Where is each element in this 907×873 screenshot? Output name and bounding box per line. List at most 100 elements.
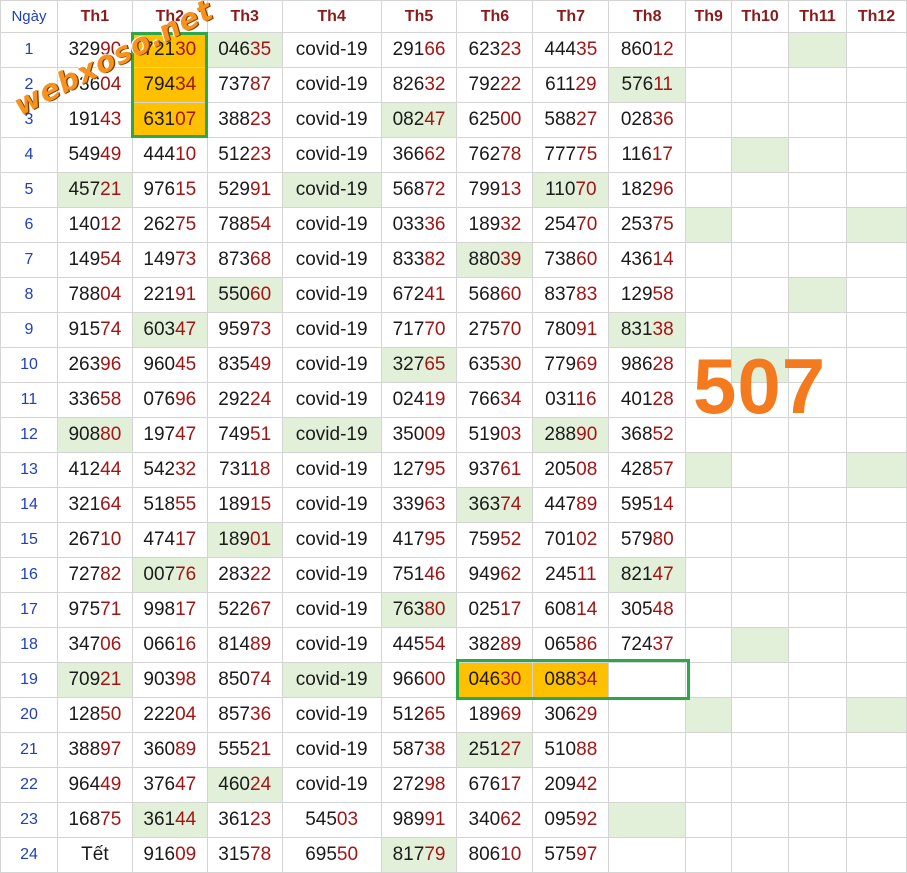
month-header: Th8 xyxy=(608,0,687,33)
result-cell: 18901 xyxy=(206,522,283,558)
result-cell: 90398 xyxy=(131,662,208,698)
overlay-number: 507 xyxy=(693,342,827,430)
result-cell: 40128 xyxy=(608,382,687,418)
result-cell xyxy=(845,207,907,243)
result-cell: 82147 xyxy=(608,557,687,593)
result-cell: Tết xyxy=(56,837,133,873)
result-cell: 07696 xyxy=(131,382,208,418)
result-cell: 96600 xyxy=(380,662,458,698)
result-cell: covid-19 xyxy=(281,557,382,593)
result-cell xyxy=(845,417,907,453)
result-cell: 12850 xyxy=(56,697,133,733)
result-cell: 41795 xyxy=(380,522,458,558)
result-cell: 25127 xyxy=(456,732,534,768)
result-cell: 90880 xyxy=(56,417,133,453)
result-cell: 95973 xyxy=(206,312,283,348)
result-cell: 28890 xyxy=(532,417,610,453)
result-cell xyxy=(788,732,847,768)
result-cell: 26710 xyxy=(56,522,133,558)
result-cell xyxy=(685,67,733,103)
result-cell xyxy=(788,627,847,663)
day-number: 20 xyxy=(0,697,58,733)
result-cell: 51855 xyxy=(131,487,208,523)
result-cell: covid-19 xyxy=(281,662,382,698)
result-cell: 54232 xyxy=(131,452,208,488)
result-cell: covid-19 xyxy=(281,627,382,663)
day-number: 18 xyxy=(0,627,58,663)
result-cell: 60347 xyxy=(131,312,208,348)
result-cell xyxy=(731,137,790,173)
result-cell xyxy=(608,697,687,733)
result-cell: 57597 xyxy=(532,837,610,873)
result-cell: 36123 xyxy=(206,802,283,838)
result-cell: 62323 xyxy=(456,32,534,68)
result-cell xyxy=(731,627,790,663)
result-cell: 67241 xyxy=(380,277,458,313)
table-row: 3 19143 63107 38823 covid-19 08247 62500 58827 0… xyxy=(0,102,907,138)
result-cell xyxy=(685,802,733,838)
day-number: 13 xyxy=(0,452,58,488)
result-cell: 55060 xyxy=(206,277,283,313)
result-cell: 76634 xyxy=(456,382,534,418)
result-cell xyxy=(845,697,907,733)
result-cell: 20942 xyxy=(532,767,610,803)
day-number: 21 xyxy=(0,732,58,768)
day-number: 19 xyxy=(0,662,58,698)
table-row: 4 54949 44410 51223 covid-19 36662 76278 77775 1… xyxy=(0,137,907,173)
table-row: 8 78804 22191 55060 covid-19 67241 56860 83783 1… xyxy=(0,277,907,313)
result-cell xyxy=(685,452,733,488)
table-body: 1 32990 72130 04635 covid-19 29166 62323 44435 8… xyxy=(0,32,907,873)
table-row: 2 73604 79434 73787 covid-19 82632 79222 61129 5… xyxy=(0,67,907,103)
result-cell xyxy=(845,277,907,313)
result-cell xyxy=(788,767,847,803)
result-cell xyxy=(731,67,790,103)
result-cell: 27298 xyxy=(380,767,458,803)
result-cell: covid-19 xyxy=(281,767,382,803)
result-cell: 70921 xyxy=(56,662,133,698)
table-row: 5 45721 97615 52991 covid-19 56872 79913 11070 1… xyxy=(0,172,907,208)
table-row: 20 12850 22204 85736 covid-19 51265 18969 30629 xyxy=(0,697,907,733)
day-number: 1 xyxy=(0,32,58,68)
result-cell: covid-19 xyxy=(281,592,382,628)
result-cell xyxy=(731,172,790,208)
result-cell: 11617 xyxy=(608,137,687,173)
result-cell: 44554 xyxy=(380,627,458,663)
result-cell: covid-19 xyxy=(281,102,382,138)
result-cell xyxy=(685,137,733,173)
result-cell: 96045 xyxy=(131,347,208,383)
result-cell: covid-19 xyxy=(281,382,382,418)
table-row: 17 97571 99817 52267 covid-19 76380 02517 60814… xyxy=(0,592,907,628)
result-cell xyxy=(845,242,907,278)
result-cell: 29224 xyxy=(206,382,283,418)
result-cell: 35009 xyxy=(380,417,458,453)
day-number: 22 xyxy=(0,767,58,803)
result-cell: 18915 xyxy=(206,487,283,523)
result-cell: 32765 xyxy=(380,347,458,383)
result-cell: 41244 xyxy=(56,452,133,488)
result-cell xyxy=(731,277,790,313)
result-cell: 75952 xyxy=(456,522,534,558)
result-cell: 24511 xyxy=(532,557,610,593)
result-cell xyxy=(845,347,907,383)
result-cell: 38289 xyxy=(456,627,534,663)
result-cell xyxy=(845,312,907,348)
result-cell xyxy=(685,557,733,593)
result-cell: 54503 xyxy=(281,802,382,838)
result-cell: 34706 xyxy=(56,627,133,663)
result-cell xyxy=(731,32,790,68)
result-cell xyxy=(788,137,847,173)
result-cell: 18932 xyxy=(456,207,534,243)
result-cell: 26396 xyxy=(56,347,133,383)
result-cell: covid-19 xyxy=(281,242,382,278)
result-cell xyxy=(788,557,847,593)
result-cell xyxy=(731,592,790,628)
result-cell: covid-19 xyxy=(281,137,382,173)
table-row: 21 38897 36089 55521 covid-19 58738 25127 51088 xyxy=(0,732,907,768)
result-cell xyxy=(685,102,733,138)
result-cell: 14973 xyxy=(131,242,208,278)
table-row: 14 32164 51855 18915 covid-19 33963 36374 44789… xyxy=(0,487,907,523)
result-cell xyxy=(788,522,847,558)
result-cell: 18969 xyxy=(456,697,534,733)
result-cell: 29166 xyxy=(380,32,458,68)
result-cell: covid-19 xyxy=(281,312,382,348)
